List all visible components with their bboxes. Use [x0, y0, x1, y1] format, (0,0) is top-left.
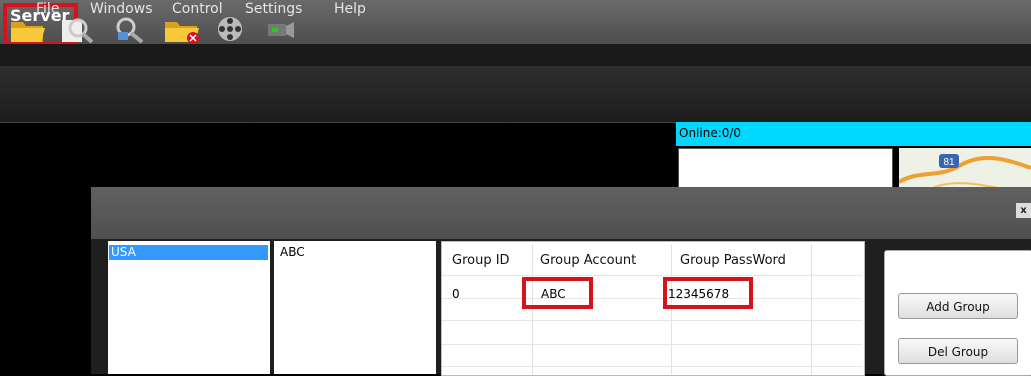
cell-group-id[interactable]: 0 [452, 287, 460, 301]
title-bar [0, 0, 1031, 44]
toolbar [0, 66, 1031, 123]
header-group-password[interactable]: Group PassWord [680, 253, 786, 268]
column-divider [671, 244, 672, 374]
row-divider [442, 366, 862, 367]
password-highlight-box [663, 277, 753, 309]
menu-help[interactable]: Help [334, 1, 366, 17]
account-highlight-box [522, 277, 593, 309]
country-list[interactable] [108, 241, 270, 374]
camera-icon[interactable] [262, 12, 302, 46]
group-list[interactable] [274, 241, 436, 374]
row-divider [442, 344, 862, 345]
video-window[interactable] [678, 148, 893, 192]
video-reel-icon[interactable] [212, 12, 252, 46]
open-folder-icon[interactable] [8, 12, 48, 46]
remote-search-icon[interactable] [110, 12, 150, 46]
column-divider [532, 244, 533, 374]
close-button[interactable]: x [1016, 203, 1031, 218]
del-group-button[interactable]: Del Group [898, 338, 1018, 364]
header-divider [442, 275, 862, 276]
add-group-button[interactable]: Add Group [898, 293, 1018, 319]
row-divider [442, 298, 862, 299]
header-group-id[interactable]: Group ID [452, 253, 510, 268]
dialog-header [91, 187, 1031, 239]
search-icon[interactable] [58, 12, 98, 46]
group-list-item[interactable]: ABC [280, 245, 305, 259]
delete-folder-icon[interactable] [162, 12, 202, 46]
menu-bar [0, 44, 1031, 66]
country-list-item[interactable]: USA [109, 245, 268, 260]
online-status-text: Online:0/0 [679, 126, 742, 140]
row-divider [442, 320, 862, 321]
header-group-account[interactable]: Group Account [540, 253, 636, 268]
column-divider [811, 244, 812, 374]
map-route-label: 81 [943, 157, 955, 168]
map-preview[interactable]: 81 [899, 148, 1031, 190]
